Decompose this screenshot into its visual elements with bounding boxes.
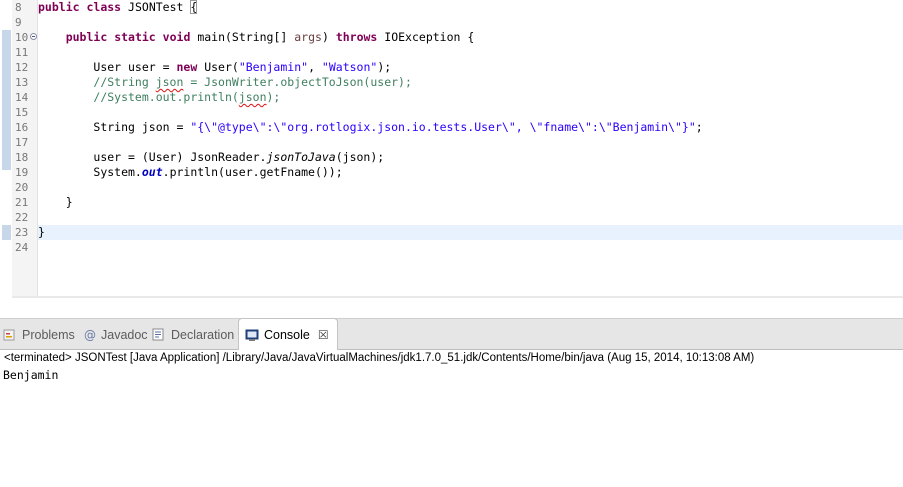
editor-horizontal-scrollbar[interactable] — [12, 296, 903, 298]
code-line: user = (User) JsonReader.jsonToJava(json… — [93, 150, 385, 164]
code-line: //System.out.println(json); — [93, 90, 281, 104]
line-number: 23 — [15, 226, 29, 239]
line-number: 9 — [15, 16, 22, 29]
console-view[interactable]: <terminated> JSONTest [Java Application]… — [0, 350, 903, 487]
close-icon[interactable]: ☒ — [318, 328, 329, 342]
line-number: 18 — [15, 151, 29, 164]
code-line: String json = "{\"@type\":\"org.rotlogix… — [93, 120, 703, 134]
line-number: 17 — [15, 136, 29, 149]
code-line: User user = new User("Benjamin", "Watson… — [93, 60, 392, 74]
code-text-area[interactable]: public class JSONTest { public static vo… — [38, 0, 903, 298]
code-line: public static void main(String[] args) t… — [65, 30, 475, 44]
view-tab-bar: Problems @ Javadoc Declaration Console ☒ — [0, 318, 903, 350]
svg-text:@: @ — [84, 328, 96, 342]
current-line-highlight — [38, 225, 903, 240]
line-number: 20 — [15, 181, 29, 194]
line-number: 21 — [15, 196, 29, 209]
tab-label: Declaration — [171, 327, 235, 342]
line-number: 13 — [15, 76, 29, 89]
tab-javadoc[interactable]: @ Javadoc — [84, 319, 148, 350]
code-line: } — [38, 225, 45, 239]
declaration-icon — [152, 328, 166, 342]
line-number: 10 — [12, 30, 37, 45]
line-number: 22 — [15, 211, 29, 224]
fold-toggle-icon[interactable] — [30, 33, 37, 40]
line-number: 19 — [15, 166, 29, 179]
console-process-label: <terminated> JSONTest [Java Application]… — [4, 352, 755, 364]
tab-console[interactable]: Console ☒ — [238, 318, 338, 350]
tab-label: Javadoc — [101, 327, 148, 342]
line-number: 12 — [15, 61, 29, 74]
tab-declaration[interactable]: Declaration — [152, 319, 234, 350]
at-sign-icon: @ — [84, 328, 96, 342]
tab-label: Console — [264, 327, 310, 342]
line-number: 8 — [15, 1, 22, 14]
range-marker — [2, 225, 11, 240]
code-line: public class JSONTest { — [38, 0, 198, 14]
line-number-gutter: 8 9 10 11 12 13 14 15 16 17 18 19 20 21 … — [12, 0, 38, 298]
selection-range-marker — [2, 30, 11, 170]
line-number: 15 — [15, 106, 29, 119]
tab-problems[interactable]: Problems — [3, 319, 75, 350]
code-line: System.out.println(user.getFname()); — [93, 165, 343, 179]
code-editor[interactable]: 8 9 10 11 12 13 14 15 16 17 18 19 20 21 … — [0, 0, 903, 298]
tab-label: Problems — [22, 327, 75, 342]
line-number: 24 — [15, 241, 29, 254]
line-number: 11 — [15, 46, 29, 59]
console-output: Benjamin — [3, 368, 59, 382]
line-number: 16 — [15, 121, 29, 134]
line-number: 14 — [15, 91, 29, 104]
console-icon — [245, 328, 259, 342]
overview-ruler — [0, 0, 12, 298]
problems-icon — [3, 328, 17, 342]
code-line: //String json = JsonWriter.objectToJson(… — [93, 75, 412, 89]
code-line: } — [65, 195, 73, 209]
